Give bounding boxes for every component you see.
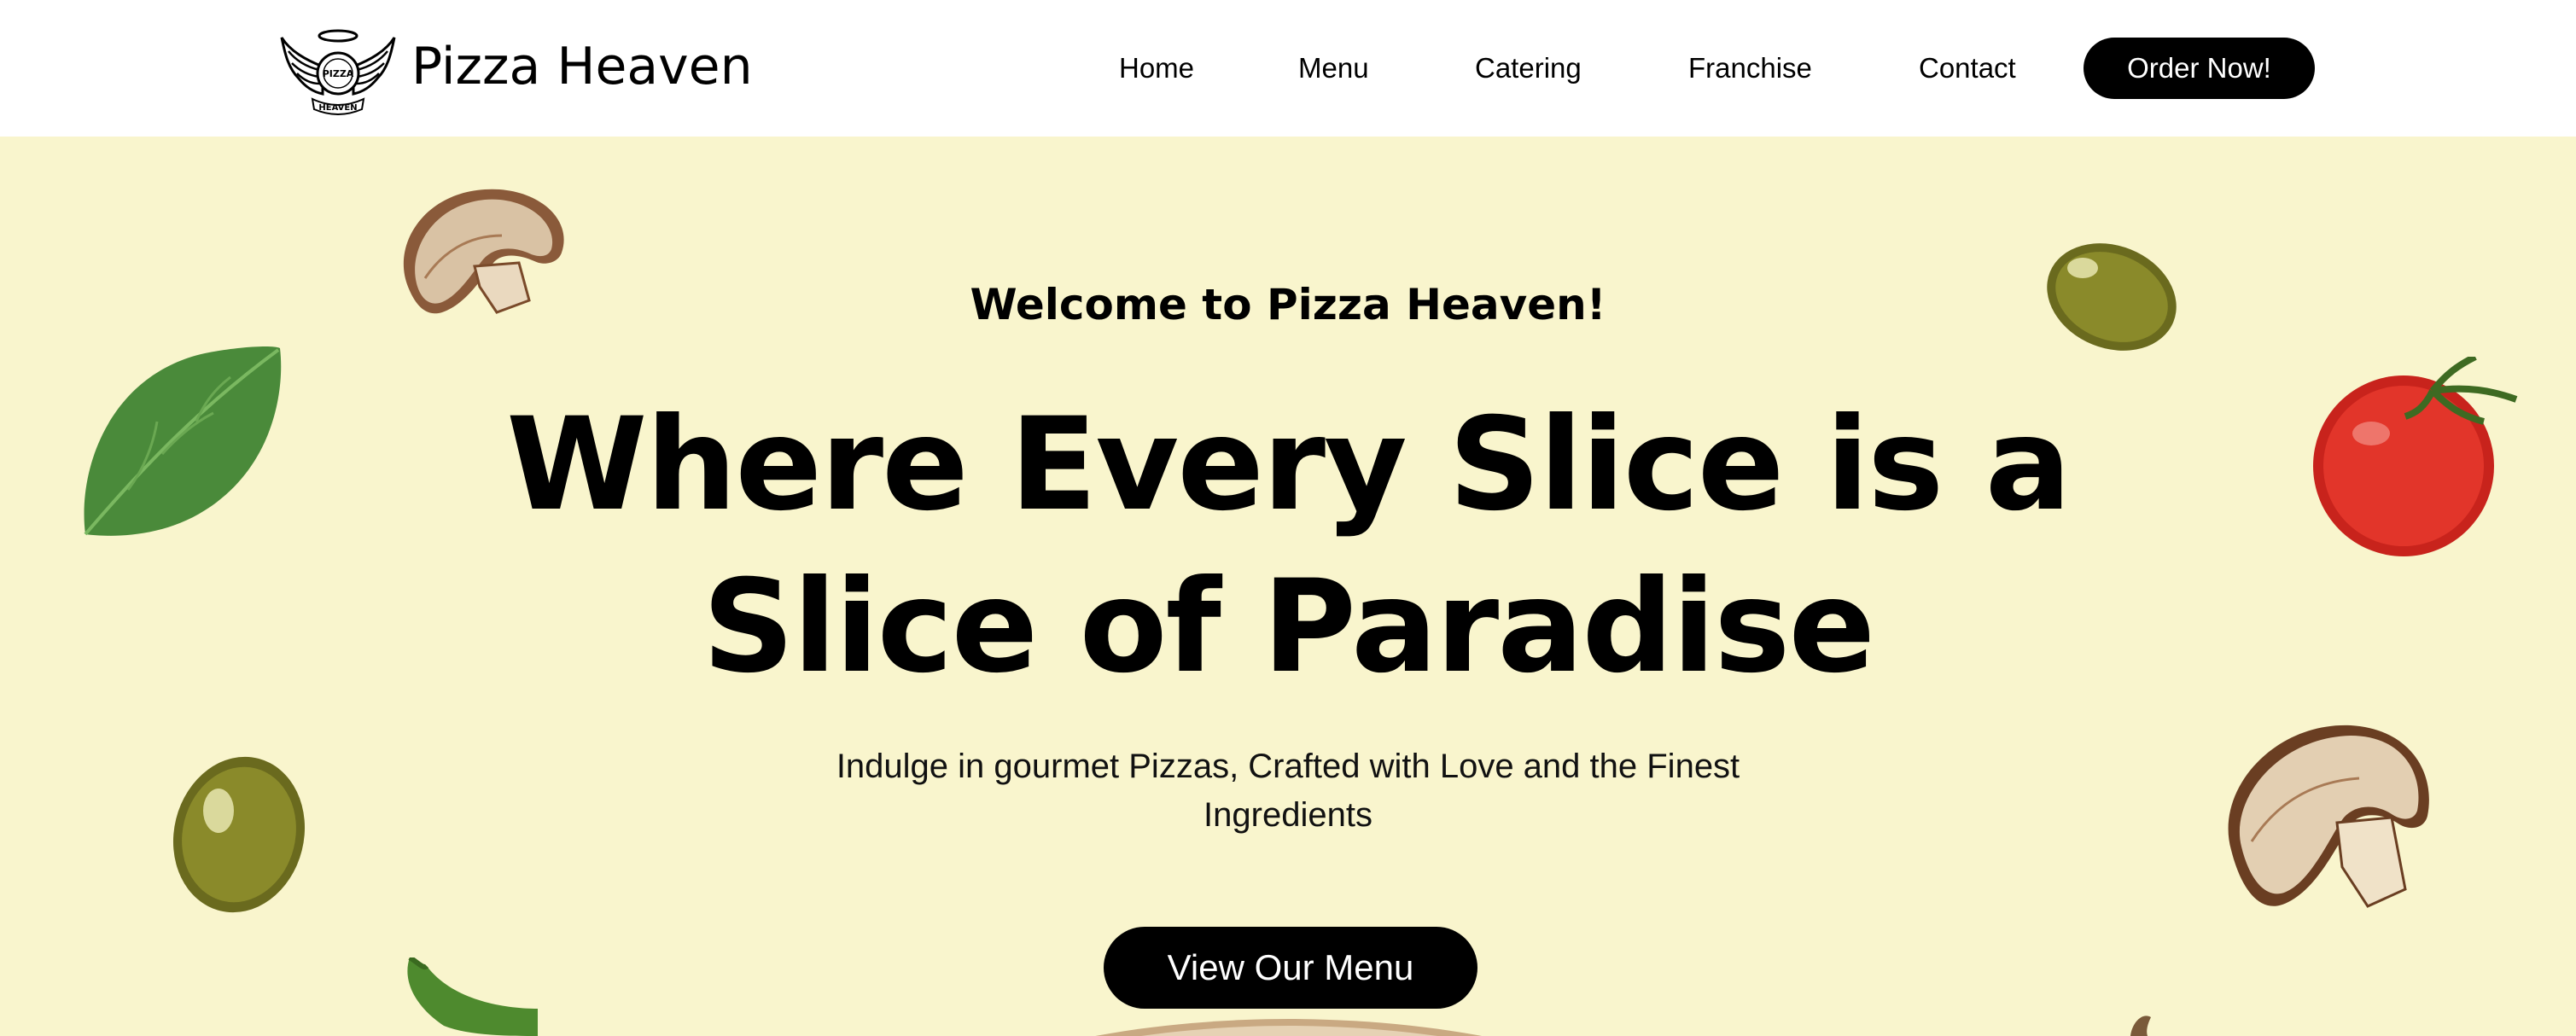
hero-subtitle: Indulge in gourmet Pizzas, Crafted with … xyxy=(836,748,1740,834)
hero-headline: Where Every Slice is a Slice of Paradise xyxy=(0,384,2576,708)
headline-line-2: Slice of Paradise xyxy=(702,553,1875,701)
order-now-button[interactable]: Order Now! xyxy=(2084,38,2315,99)
welcome-heading: Welcome to Pizza Heaven! xyxy=(970,280,1606,329)
jalapeno-icon xyxy=(407,957,538,1036)
nav-home[interactable]: Home xyxy=(1119,43,1194,94)
headline-line-1: Where Every Slice is a xyxy=(506,391,2072,539)
winged-pizza-logo-icon[interactable]: PIZZA HEAVEN xyxy=(280,26,396,116)
nav-catering[interactable]: Catering xyxy=(1475,43,1582,94)
nav-contact[interactable]: Contact xyxy=(1919,43,2016,94)
nav-franchise[interactable]: Franchise xyxy=(1688,43,1812,94)
brand-name[interactable]: Pizza Heaven xyxy=(411,32,753,101)
view-menu-button[interactable]: View Our Menu xyxy=(1104,927,1477,1009)
site-header: PIZZA HEAVEN Pizza Heaven Home Menu Cate… xyxy=(0,0,2576,137)
crumb-icon xyxy=(2130,1016,2151,1036)
pizza-icon xyxy=(1095,1019,1483,1036)
olive-icon xyxy=(172,756,306,913)
nav-menu[interactable]: Menu xyxy=(1298,43,1369,94)
logo-text-top: PIZZA xyxy=(323,68,354,79)
hero-section: Welcome to Pizza Heaven! Where Every Sli… xyxy=(0,137,2576,1036)
logo-text-bottom: HEAVEN xyxy=(318,103,357,113)
mushroom-icon xyxy=(2228,725,2429,908)
